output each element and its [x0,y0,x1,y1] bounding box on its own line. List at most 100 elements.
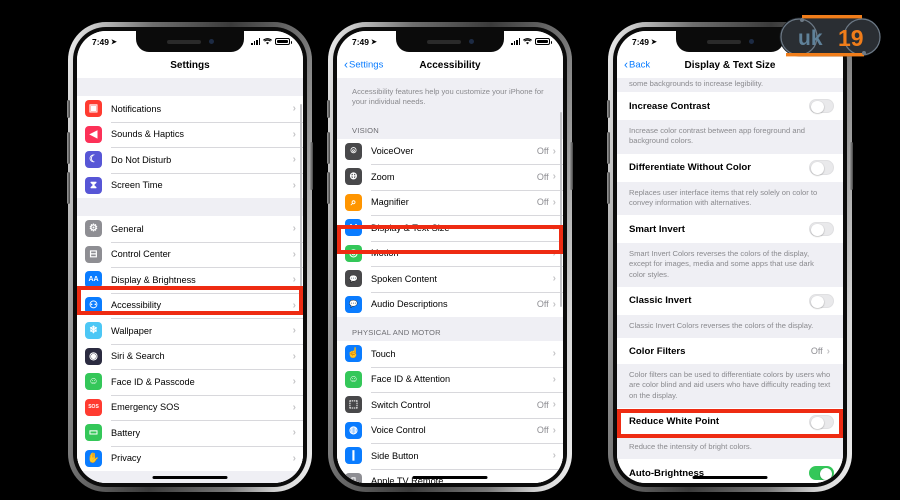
list-item-value: Off [536,171,549,182]
list-item[interactable]: AA Display & Brightness › [77,267,303,293]
scrollbar[interactable] [559,112,562,307]
item-description: Reduce the intensity of bright colors. [617,435,843,459]
group-spacer [77,78,303,96]
list-item-label: Privacy [111,453,142,464]
value-row[interactable]: Color Filters Off › [617,338,843,364]
chevron-right-icon: › [552,348,556,360]
toggle-row[interactable]: Auto-Brightness [617,459,843,483]
list-item[interactable]: ✋ Privacy › [77,445,303,471]
volume-down-button[interactable] [327,172,330,204]
back-button[interactable]: ‹ Settings [344,59,383,71]
list-item[interactable]: ⚇ Accessibility › [77,292,303,318]
mute-switch[interactable] [67,100,70,118]
privacy-hand-icon: ✋ [85,449,102,467]
list-item[interactable]: ⌕ Magnifier Off › [337,189,563,215]
volume-up-button[interactable] [327,132,330,164]
list-item[interactable]: 💬 Audio Descriptions Off › [337,291,563,317]
earpiece-speaker [166,39,201,44]
toggle-row[interactable]: Increase Contrast [617,92,843,120]
face-id-icon: ☺ [85,373,102,391]
chevron-left-icon: ‹ [624,57,628,72]
ukia-logo: uk 19 [772,12,888,62]
list-item[interactable]: ◉ Siri & Search › [77,343,303,369]
side-power-button[interactable] [570,142,573,190]
toggle-switch[interactable] [809,465,834,481]
list-item[interactable]: AA Display & Text Size › [337,215,563,241]
chevron-right-icon: › [552,222,556,234]
page-title: Settings [170,59,210,71]
home-indicator[interactable] [412,476,488,479]
list-item[interactable]: ☝ Touch › [337,341,563,367]
list-item[interactable]: ◎ Motion › [337,240,563,266]
list-item-value: Off [536,399,549,410]
list-item[interactable]: ⬚ Switch Control Off › [337,392,563,418]
phone-bezel: 7:49 ➤ ‹ Back Display & Text Size some b… [613,27,847,487]
audio-descriptions-icon: 💬 [345,295,362,313]
phone-settings: 7:49 ➤ Settings ▣ Notifications › ◀ Soun… [67,22,313,492]
toggle-knob [811,223,824,237]
value-row-value: Off [810,346,823,356]
volume-down-button[interactable] [607,172,610,204]
mute-switch[interactable] [327,100,330,118]
list-item[interactable]: ⧗ Screen Time › [77,172,303,198]
settings-group-2: ⚙ General › ⊟ Control Center › AA Display & Bri… [77,216,303,471]
list-item-label: Voice Control [371,425,426,436]
location-arrow-icon: ➤ [111,38,117,46]
screen-time-icon: ⧗ [85,176,102,194]
list-item-label: Display & Text Size [371,222,450,233]
list-item[interactable]: ☺ Face ID & Attention › [337,366,563,392]
list-item[interactable]: SOS Emergency SOS › [77,394,303,420]
chevron-right-icon: › [552,450,556,462]
phone-accessibility: 7:49 ➤ ‹ Settings Accessibility Accessib… [327,22,573,492]
back-button-label: Back [629,59,651,71]
toggle-row[interactable]: Smart Invert [617,215,843,243]
toggle-row[interactable]: Classic Invert [617,286,843,315]
back-button[interactable]: ‹ Back [624,57,651,72]
cellular-signal-icon [251,38,260,45]
list-item-label: Display & Brightness [111,274,196,285]
toggle-knob [811,100,824,114]
list-item[interactable]: ❄ Wallpaper › [77,318,303,344]
list-item[interactable]: ☾ Do Not Disturb › [77,147,303,173]
list-item[interactable]: ▣ Notifications › [77,96,303,122]
group-spacer [77,198,303,216]
list-item[interactable]: ⊟ Control Center › [77,241,303,267]
accessibility-icon: ⚇ [85,296,102,314]
scrollbar[interactable] [299,104,302,304]
side-power-button[interactable] [310,142,313,190]
list-item[interactable]: ◍ Voice Control Off › [337,417,563,443]
toggle-knob [811,295,824,308]
front-camera [468,39,474,44]
side-power-button[interactable] [850,142,853,190]
list-item[interactable]: ❙ Side Button › [337,443,563,469]
toggle-knob [811,162,824,175]
list-item[interactable]: ◀ Sounds & Haptics › [77,121,303,147]
list-item[interactable]: 💬 Spoken Content › [337,266,563,292]
home-indicator[interactable] [692,476,768,479]
volume-up-button[interactable] [607,132,610,164]
mute-switch[interactable] [607,100,610,118]
toggle-switch[interactable] [809,414,834,429]
physical-group: ☝ Touch › ☺ Face ID & Attention › ⬚ Switch Cont… [337,341,563,483]
notch [396,31,504,52]
home-indicator[interactable] [152,476,228,479]
list-item[interactable]: ⚙ General › [77,216,303,242]
list-item[interactable]: ▭ Battery › [77,420,303,446]
list-item-label: Emergency SOS [111,402,180,413]
siri-search-icon: ◉ [85,347,102,365]
list-item[interactable]: ⌾ VoiceOver Off › [337,138,563,164]
toggle-switch[interactable] [809,293,834,308]
toggle-switch[interactable] [809,221,834,237]
status-time: 7:49 [352,36,370,47]
list-item[interactable]: ☺ Face ID & Passcode › [77,369,303,395]
volume-up-button[interactable] [67,132,70,164]
toggle-row[interactable]: Differentiate Without Color [617,153,843,182]
earpiece-speaker [706,39,741,44]
toggle-switch[interactable] [809,160,834,175]
toggle-row[interactable]: Reduce White Point [617,407,843,436]
volume-down-button[interactable] [67,172,70,204]
chevron-right-icon: › [552,475,556,483]
list-item[interactable]: ⊕ Zoom Off › [337,164,563,190]
toggle-switch[interactable] [809,98,834,114]
page-title: Display & Text Size [684,59,776,71]
